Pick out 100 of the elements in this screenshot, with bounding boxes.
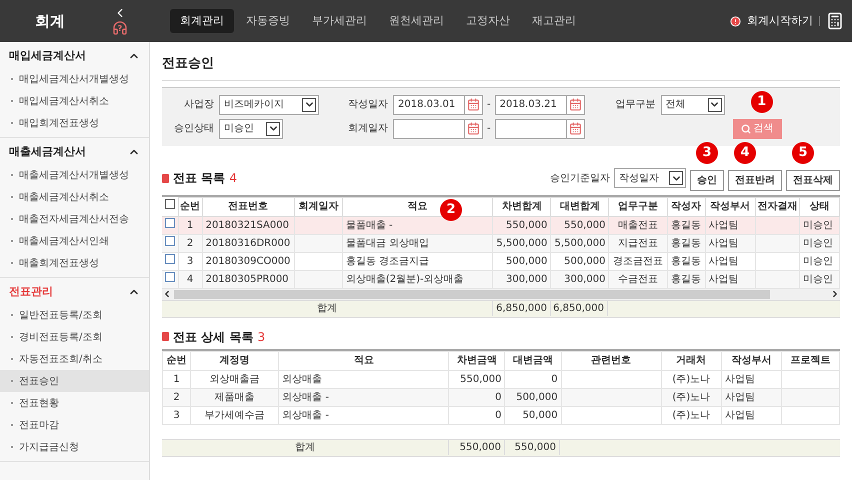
bullet-icon bbox=[162, 174, 169, 182]
column-header[interactable]: 작성부서 bbox=[721, 351, 782, 370]
column-header[interactable]: 업무구분 bbox=[608, 197, 668, 216]
column-header[interactable]: 작성자 bbox=[667, 197, 706, 216]
date-field[interactable]: 2018.03.01 bbox=[393, 94, 465, 114]
range-separator: - bbox=[487, 98, 491, 112]
horizontal-scrollbar[interactable] bbox=[162, 288, 840, 300]
column-header[interactable]: 상태 bbox=[799, 197, 840, 216]
column-header[interactable]: 거래처 bbox=[661, 351, 722, 370]
checkbox[interactable] bbox=[164, 218, 175, 228]
checkbox[interactable] bbox=[164, 198, 175, 209]
table-cell: 외상매출 - bbox=[278, 406, 449, 424]
sidebar-item[interactable]: 전표현황 bbox=[19, 396, 59, 410]
dropdown-icon bbox=[669, 171, 683, 185]
column-header[interactable]: 대변금액 bbox=[504, 351, 562, 370]
table-cell: 물품매출 - bbox=[342, 216, 493, 234]
column-header[interactable]: 순번 bbox=[178, 197, 202, 216]
table-cell: 3 bbox=[178, 252, 202, 270]
sidebar-item[interactable]: 전표승인 bbox=[19, 374, 59, 388]
table-cell: 5,500,000 bbox=[550, 234, 609, 252]
checkbox[interactable] bbox=[164, 272, 175, 282]
nav-tab[interactable]: 원천세관리 bbox=[379, 9, 454, 33]
action-button[interactable]: 승인 bbox=[690, 170, 724, 190]
table-cell: 홍길동 bbox=[667, 252, 706, 270]
select-field[interactable]: 작성일자 bbox=[614, 168, 686, 188]
sidebar-item[interactable]: 경비전표등록/조회 bbox=[19, 330, 102, 344]
sidebar-item[interactable]: 일반전표등록/조회 bbox=[19, 308, 102, 322]
column-header[interactable]: 계정명 bbox=[190, 351, 279, 370]
calendar-icon[interactable] bbox=[566, 118, 585, 138]
table-cell: 0 bbox=[448, 406, 505, 424]
table-cell: 사업팀 bbox=[705, 216, 756, 234]
column-header[interactable]: 적요 bbox=[278, 351, 449, 370]
action-button[interactable]: 전표삭제 bbox=[786, 170, 840, 190]
sidebar-section-title[interactable]: 전표관리 bbox=[9, 284, 53, 300]
column-header[interactable]: 대변합계 bbox=[550, 197, 609, 216]
select-field[interactable]: 미승인 bbox=[219, 118, 283, 138]
column-header[interactable]: 순번 bbox=[162, 351, 191, 370]
sidebar-item[interactable]: 전표마감 bbox=[19, 418, 59, 432]
calculator-icon[interactable] bbox=[826, 12, 844, 30]
column-header[interactable]: 전표번호 bbox=[202, 197, 294, 216]
table-row[interactable]: 2 20180316DR000 물품대금 외상매입 5,500,000 5,500,000 지급전표 홍길동 사업팀 미승인 bbox=[162, 234, 840, 252]
table-cell: 홍길동 bbox=[667, 270, 706, 288]
table-cell: 수금전표 bbox=[608, 270, 668, 288]
column-header[interactable]: 차변합계 bbox=[492, 197, 551, 216]
table-cell: 500,000 bbox=[504, 388, 562, 406]
table-cell: 550,000 bbox=[448, 370, 505, 388]
calendar-icon[interactable] bbox=[465, 94, 483, 114]
sidebar-item[interactable]: 매출세금계산서인쇄 bbox=[19, 234, 109, 248]
start-link[interactable]: 회계시작하기 bbox=[747, 12, 813, 30]
table-cell: 20180309CO000 bbox=[202, 252, 294, 270]
select-field[interactable]: 전체 bbox=[660, 94, 725, 114]
table-row[interactable]: 3 20180309CO000 홍길동 경조금지급 500,000 500,000 경조금전표 홍길동 사업팀 미승인 bbox=[162, 252, 840, 270]
sidebar-item[interactable]: 자동전표조회/취소 bbox=[19, 352, 102, 366]
checkbox[interactable] bbox=[164, 254, 175, 264]
scroll-left-icon[interactable] bbox=[162, 289, 172, 299]
checkbox[interactable] bbox=[164, 236, 175, 246]
table-cell: 미승인 bbox=[799, 234, 840, 252]
table-cell: 50,000 bbox=[504, 406, 562, 424]
scroll-right-icon[interactable] bbox=[830, 289, 840, 299]
column-header[interactable]: 프로젝트 bbox=[781, 351, 840, 370]
sidebar-section-title[interactable]: 매출세금계산서 bbox=[9, 144, 86, 160]
nav-tab[interactable]: 회계관리 bbox=[170, 9, 234, 33]
nav-tab[interactable]: 자동증빙 bbox=[236, 9, 300, 33]
calendar-icon[interactable] bbox=[566, 94, 585, 114]
select-field[interactable]: 비즈메카이지 bbox=[219, 94, 319, 114]
column-header[interactable]: 관련번호 bbox=[561, 351, 662, 370]
action-button[interactable]: 전표반려 bbox=[728, 170, 782, 190]
sidebar-item[interactable]: 매입세금계산서취소 bbox=[19, 94, 109, 108]
date-field[interactable] bbox=[494, 118, 567, 138]
field-label: 작성일자 bbox=[347, 98, 388, 112]
sidebar-section-title[interactable]: 매입세금계산서 bbox=[9, 48, 86, 64]
table-cell: 550,000 bbox=[550, 216, 609, 234]
table-cell: (주)노나 bbox=[661, 406, 722, 424]
total-value: 6,850,000 bbox=[550, 301, 608, 316]
nav-tab[interactable]: 재고관리 bbox=[522, 9, 586, 33]
column-header[interactable]: 회계일자 bbox=[294, 197, 342, 216]
sidebar-item[interactable]: 매출세금계산서취소 bbox=[19, 190, 109, 204]
sidebar-item[interactable]: 매출전자세금계산서전송 bbox=[19, 212, 129, 226]
nav-tab[interactable]: 고정자산 bbox=[456, 9, 520, 33]
table-row[interactable]: 4 20180305PR000 외상매출(2월분)-외상매출 300,000 300,000 수금전표 홍길동 사업팀 미승인 bbox=[162, 270, 840, 288]
date-field[interactable]: 2018.03.21 bbox=[494, 94, 567, 114]
field-label: 승인기준일자 bbox=[550, 172, 610, 186]
sidebar-item[interactable]: 가지급금신청 bbox=[19, 440, 79, 454]
table-cell: 0 bbox=[504, 370, 562, 388]
calendar-icon[interactable] bbox=[465, 118, 483, 138]
sidebar-item[interactable]: 매출세금계산서개별생성 bbox=[19, 168, 129, 182]
column-header[interactable]: 차변금액 bbox=[448, 351, 505, 370]
column-header[interactable]: 전자결재 bbox=[755, 197, 800, 216]
date-field[interactable] bbox=[393, 118, 465, 138]
section-title: 전표 상세 목록 3 bbox=[173, 328, 266, 346]
table-cell: 사업팀 bbox=[721, 370, 782, 388]
range-separator: - bbox=[487, 122, 491, 136]
sidebar-item[interactable]: 매출회계전표생성 bbox=[19, 256, 99, 270]
sidebar-item[interactable]: 매입세금계산서개별생성 bbox=[19, 72, 129, 86]
nav-tab[interactable]: 부가세관리 bbox=[302, 9, 377, 33]
sidebar-item[interactable]: 매입회계전표생성 bbox=[19, 116, 99, 130]
table-row[interactable]: 1 20180321SA000 물품매출 - 550,000 550,000 매출전표 홍길동 사업팀 미승인 bbox=[162, 216, 840, 234]
column-header[interactable]: 작성부서 bbox=[705, 197, 756, 216]
table-cell bbox=[294, 234, 342, 252]
total-value: 550,000 bbox=[448, 440, 504, 455]
